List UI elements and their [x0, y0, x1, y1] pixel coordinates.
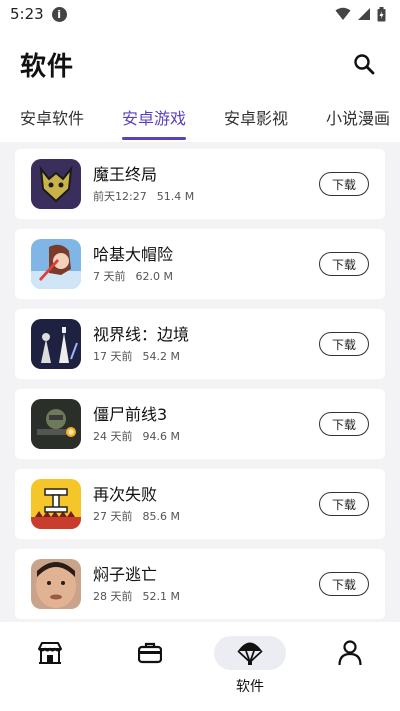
app-size: 52.1 M — [142, 589, 180, 603]
nav-active-indicator — [214, 636, 286, 670]
app-size: 94.6 M — [142, 429, 180, 443]
fail-again-game-icon — [31, 479, 81, 529]
download-button[interactable]: 下载 — [319, 252, 369, 276]
category-tabs: 安卓软件 安卓游戏 安卓影视 小说漫画 — [0, 100, 400, 142]
tab-android-software[interactable]: 安卓软件 — [20, 100, 84, 140]
signal-icon — [358, 8, 370, 20]
search-icon — [354, 54, 375, 75]
anime-girl-game-icon — [31, 239, 81, 289]
app-header: 软件 — [0, 36, 400, 92]
status-time: 5:23 — [10, 5, 44, 23]
app-updated: 17 天前 — [93, 349, 133, 363]
person-icon — [338, 640, 362, 666]
app-name: 魔王终局 — [93, 164, 158, 184]
nav-label: 软件 — [236, 679, 264, 695]
app-name: 哈基大帽险 — [93, 244, 174, 264]
zombie-shooter-game-icon — [31, 399, 81, 449]
info-icon: i — [51, 6, 67, 22]
parachute-icon — [237, 642, 263, 665]
search-button[interactable] — [348, 48, 380, 80]
nav-item-market[interactable] — [0, 622, 100, 711]
briefcase-icon — [138, 642, 162, 664]
app-name: 视界线：边境 — [93, 324, 190, 344]
download-button[interactable]: 下载 — [319, 572, 369, 596]
app-size: 54.2 M — [142, 349, 180, 363]
app-name: 再次失败 — [93, 484, 158, 504]
battery-icon — [377, 6, 386, 21]
app-size: 85.6 M — [142, 509, 180, 523]
tab-novels-comics[interactable]: 小说漫画 — [326, 100, 390, 140]
wifi-icon — [335, 7, 351, 20]
download-button[interactable]: 下载 — [319, 412, 369, 436]
tab-android-video[interactable]: 安卓影视 — [224, 100, 288, 140]
status-bar: 5:23 i — [0, 0, 400, 28]
app-updated: 7 天前 — [93, 269, 126, 283]
download-button[interactable]: 下载 — [319, 332, 369, 356]
app-list: 魔王终局 前天12:27 51.4 M 下载 哈基大帽险 7 天前 62.0 M 下… — [0, 142, 400, 622]
nav-item-tools[interactable] — [100, 622, 200, 711]
nav-item-profile[interactable] — [300, 622, 400, 711]
download-button[interactable]: 下载 — [319, 492, 369, 516]
nav-item-software[interactable]: 软件 — [200, 622, 300, 711]
list-item[interactable]: 哈基大帽险 7 天前 62.0 M 下载 — [15, 229, 385, 299]
app-name: 焖子逃亡 — [93, 564, 158, 584]
horizon-chess-game-icon — [31, 319, 81, 369]
face-game-icon — [31, 559, 81, 609]
bottom-nav: 软件 — [0, 622, 400, 711]
market-stall-icon — [38, 642, 62, 664]
tab-android-games[interactable]: 安卓游戏 — [122, 100, 187, 140]
app-updated: 27 天前 — [93, 509, 133, 523]
app-updated: 28 天前 — [93, 589, 133, 603]
page-title: 软件 — [20, 51, 75, 82]
list-item[interactable]: 焖子逃亡 28 天前 52.1 M 下载 — [15, 549, 385, 619]
app-updated: 前天12:27 — [93, 189, 147, 203]
list-item[interactable]: 魔王终局 前天12:27 51.4 M 下载 — [15, 149, 385, 219]
list-item[interactable]: 视界线：边境 17 天前 54.2 M 下载 — [15, 309, 385, 379]
download-button[interactable]: 下载 — [319, 172, 369, 196]
list-item[interactable]: 再次失败 27 天前 85.6 M 下载 — [15, 469, 385, 539]
status-icons — [335, 6, 386, 22]
wolf-game-icon — [31, 159, 81, 209]
app-updated: 24 天前 — [93, 429, 133, 443]
app-size: 51.4 M — [156, 189, 195, 203]
list-item[interactable]: 僵尸前线3 24 天前 94.6 M 下载 — [15, 389, 385, 459]
app-name: 僵尸前线3 — [93, 404, 168, 424]
app-size: 62.0 M — [135, 269, 173, 283]
